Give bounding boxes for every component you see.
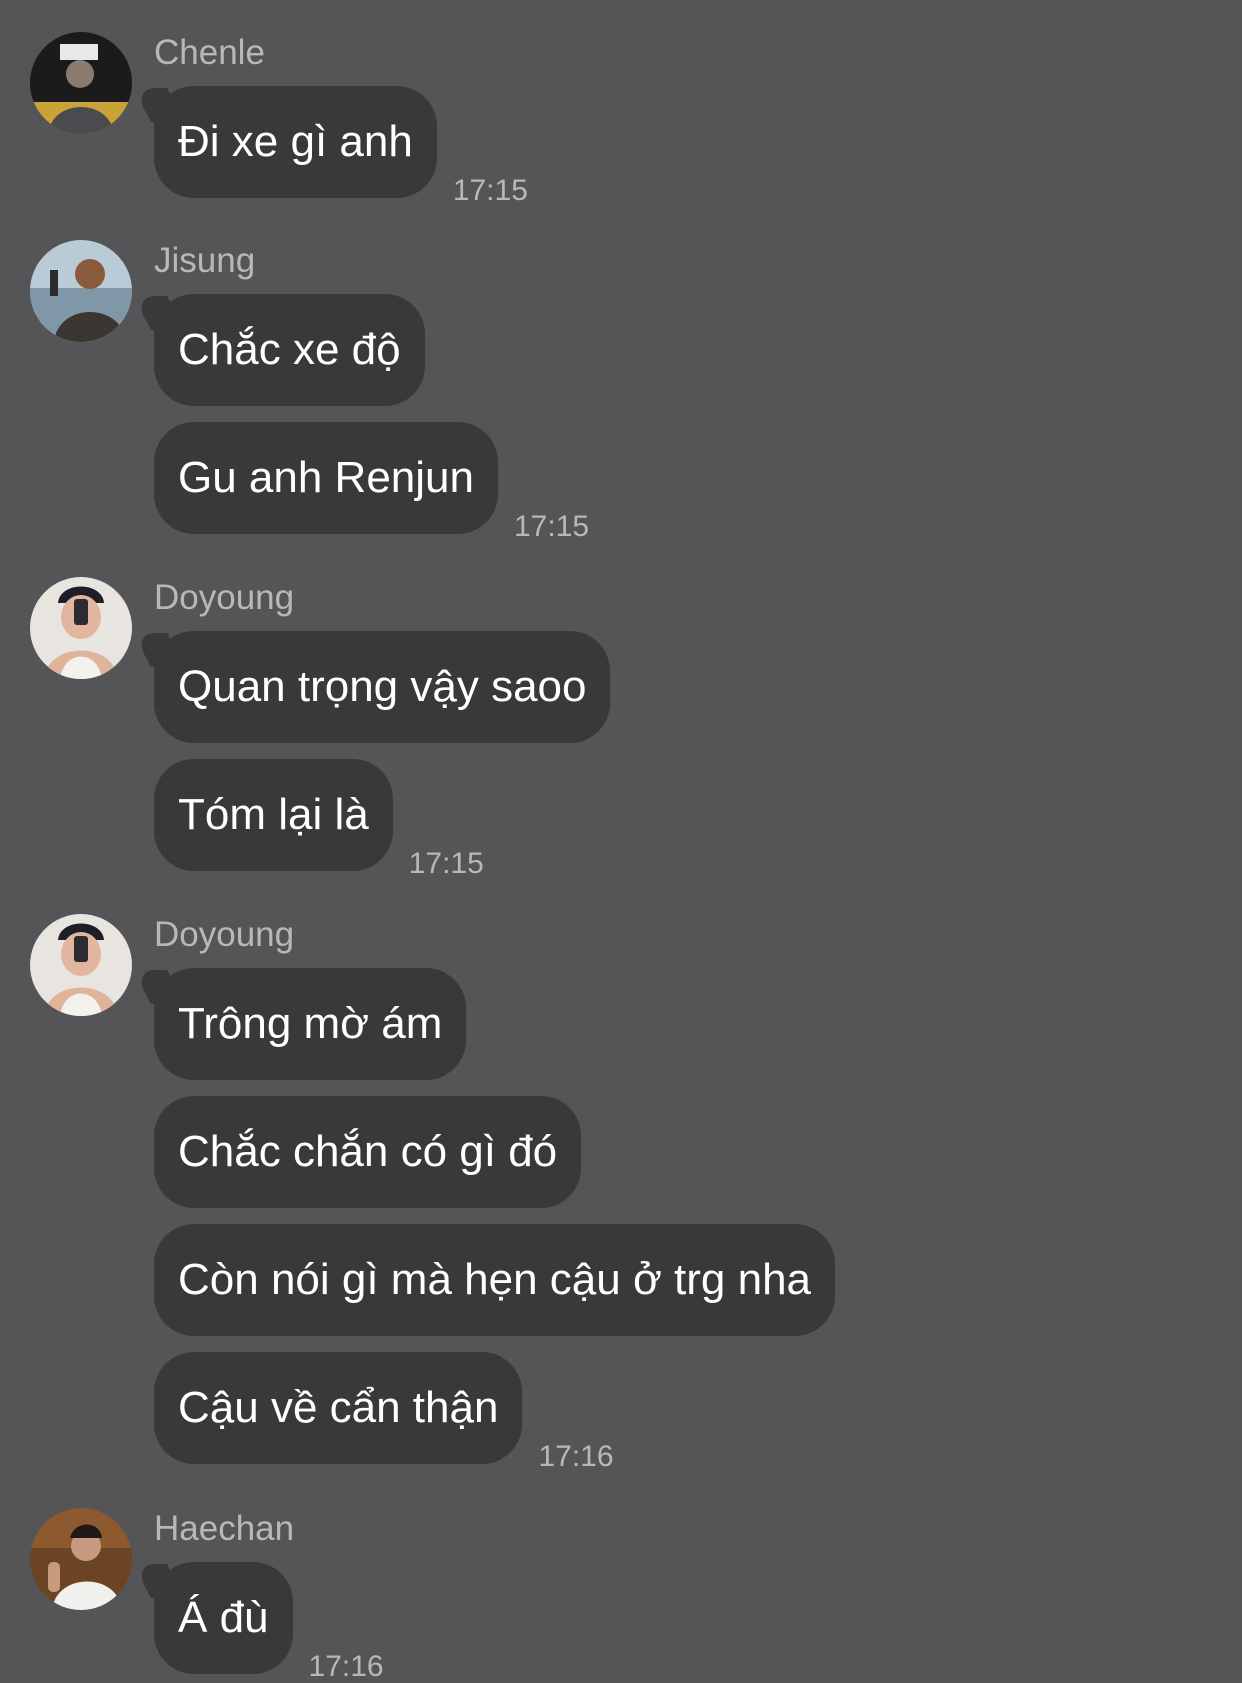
message-row: Tóm lại là 17:15 — [154, 759, 484, 879]
message-time: 17:15 — [514, 510, 590, 543]
sender-name: Chenle — [154, 33, 265, 72]
sender-name: Doyoung — [154, 915, 295, 954]
message-time: 17:15 — [452, 174, 528, 207]
message-time: 17:16 — [308, 1650, 384, 1683]
message-row: Á đù 17:16 — [154, 1562, 384, 1682]
chenle-avatar-icon[interactable] — [30, 32, 132, 134]
message-row: Cậu về cẩn thận 17:16 — [154, 1352, 614, 1472]
message-row: Còn nói gì mà hẹn cậu ở trg nha — [154, 1224, 836, 1336]
message-row: Gu anh Renjun 17:15 — [154, 422, 589, 542]
message-row: Chắc xe độ — [154, 294, 425, 406]
sender-name: Haechan — [154, 1509, 295, 1548]
message-row: Chắc chắn có gì đó — [154, 1096, 582, 1208]
sender-name: Jisung — [154, 241, 256, 280]
sender-name: Doyoung — [154, 578, 295, 617]
doyoung-avatar-icon[interactable] — [30, 577, 132, 679]
message-bubble[interactable]: Á đù — [154, 1562, 293, 1674]
message-bubble[interactable]: Chắc xe độ — [154, 294, 425, 406]
doyoung-avatar-icon[interactable] — [30, 914, 132, 1016]
message-bubble[interactable]: Còn nói gì mà hẹn cậu ở trg nha — [154, 1224, 836, 1336]
jisung-avatar-icon[interactable] — [30, 240, 132, 342]
message-row: Trông mờ ám — [154, 968, 467, 1080]
message-row: Đi xe gì anh 17:15 — [154, 86, 528, 206]
message-bubble[interactable]: Cậu về cẩn thận — [154, 1352, 523, 1464]
message-time: 17:15 — [408, 847, 484, 880]
chat-thread: Chenle Đi xe gì anh 17:15 Jisung Chắc xe… — [0, 0, 1242, 1682]
haechan-avatar-icon[interactable] — [30, 1508, 132, 1610]
message-bubble[interactable]: Chắc chắn có gì đó — [154, 1096, 582, 1208]
message-bubble[interactable]: Trông mờ ám — [154, 968, 467, 1080]
message-bubble[interactable]: Gu anh Renjun — [154, 422, 498, 534]
message-time: 17:16 — [538, 1440, 614, 1473]
message-row: Quan trọng vậy saoo — [154, 631, 611, 743]
message-bubble[interactable]: Quan trọng vậy saoo — [154, 631, 611, 743]
message-bubble[interactable]: Tóm lại là — [154, 759, 393, 871]
message-bubble[interactable]: Đi xe gì anh — [154, 86, 437, 198]
